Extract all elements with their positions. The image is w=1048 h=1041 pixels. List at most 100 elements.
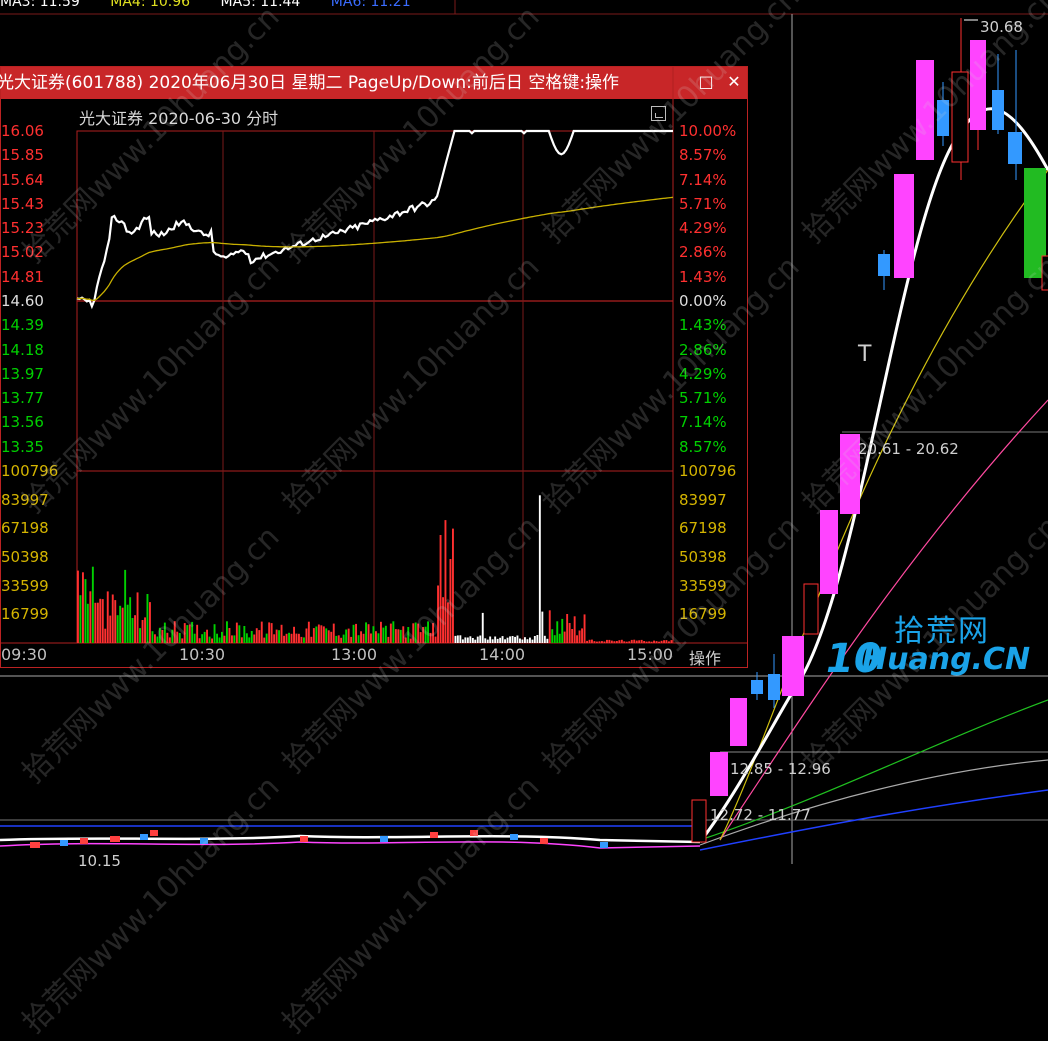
- volume-bar: [427, 621, 429, 643]
- volume-bar: [439, 535, 442, 643]
- volume-bar: [268, 622, 271, 643]
- volume-bar: [193, 633, 196, 643]
- volume-bar: [357, 635, 360, 643]
- volume-bar: [655, 641, 658, 643]
- volume-bar: [163, 622, 166, 643]
- volume-bar: [141, 620, 144, 643]
- volume-bar: [658, 641, 660, 643]
- volume-bar: [171, 629, 174, 643]
- volume-bar: [638, 640, 641, 643]
- ma5-label: MA5: 11.44: [220, 0, 301, 10]
- volume-bar: [186, 625, 189, 643]
- volume-bar: [362, 633, 365, 643]
- volume-bar: [412, 623, 415, 643]
- volume-bar: [576, 635, 578, 643]
- time-tick: 09:30: [1, 645, 48, 664]
- volume-bar: [144, 617, 146, 643]
- volume-bar: [464, 637, 467, 643]
- volume-bar: [223, 635, 226, 643]
- volume-bar: [106, 591, 109, 643]
- vol-tick-right: 100796: [679, 462, 737, 480]
- volume-bar: [648, 641, 651, 643]
- volume-bar: [635, 640, 638, 643]
- volume-bar: [166, 632, 169, 643]
- price-tick: 13.56: [1, 413, 44, 432]
- volume-bar: [509, 636, 511, 643]
- volume-bar: [449, 559, 452, 643]
- volume-bar: [546, 638, 549, 643]
- volume-bar: [663, 640, 665, 643]
- volume-bar: [491, 639, 494, 643]
- volume-bar: [101, 599, 104, 643]
- volume-bar: [608, 639, 611, 643]
- volume-bar: [610, 640, 613, 643]
- vol-tick-right: 16799: [679, 605, 727, 624]
- price-tick: 13.97: [1, 364, 44, 383]
- volume-bar: [283, 635, 285, 643]
- ma3-label: MA3: 11.59: [0, 0, 80, 10]
- volume-bar: [121, 607, 124, 643]
- vol-tick-right: 83997: [679, 490, 727, 509]
- volume-bar: [347, 628, 350, 643]
- volume-bar: [158, 627, 161, 643]
- volume-bar: [350, 636, 353, 643]
- volume-bar: [581, 628, 583, 643]
- volume-bar: [653, 640, 655, 643]
- volume-bar: [258, 630, 261, 643]
- volume-bar: [345, 629, 348, 643]
- volume-bar: [360, 631, 362, 643]
- volume-bar: [392, 621, 395, 643]
- chart-frame: [76, 130, 674, 644]
- volume-bar: [307, 621, 310, 643]
- volume-bar: [409, 638, 412, 643]
- volume-bar: [235, 622, 238, 643]
- volume-bar: [442, 597, 444, 643]
- volume-bar: [213, 624, 216, 643]
- volume-bar: [633, 639, 636, 643]
- volume-bar: [104, 628, 107, 643]
- volume-bar: [129, 597, 132, 643]
- price-tick: 15.02: [1, 243, 44, 262]
- volume-bar: [126, 604, 129, 643]
- volume-bar: [288, 632, 290, 643]
- ma4-label: MA4: 10.96: [110, 0, 191, 10]
- volume-bar: [499, 637, 502, 643]
- volume-bar: [320, 625, 323, 643]
- volume-bar: [96, 602, 99, 643]
- volume-bar: [183, 623, 186, 643]
- volume-bar: [86, 603, 89, 643]
- volume-bar: [601, 641, 603, 643]
- volume-bar: [84, 579, 87, 643]
- volume-bar: [471, 638, 474, 643]
- volume-bar: [516, 635, 519, 643]
- volume-bar: [538, 495, 541, 643]
- operate-button[interactable]: 操作: [689, 645, 721, 669]
- volume-bar: [444, 520, 447, 643]
- volume-bar: [593, 641, 596, 643]
- pct-tick: 1.43%: [679, 316, 727, 335]
- volume-bar: [293, 626, 295, 643]
- volume-bar: [330, 631, 333, 643]
- volume-bar: [670, 640, 673, 643]
- volume-bar: [91, 566, 94, 643]
- volume-bar: [615, 641, 618, 643]
- volume-bar: [469, 636, 472, 643]
- volume-bar: [327, 630, 330, 643]
- volume-bar: [526, 639, 529, 643]
- ma-legend: MA3: 11.59 MA4: 10.96 MA5: 11.44 MA6: 11…: [0, 0, 437, 10]
- volume-bar: [479, 635, 482, 643]
- volume-bar: [494, 636, 497, 643]
- volume-bar: [203, 631, 206, 643]
- volume-bar: [134, 615, 136, 643]
- volume-bar: [536, 635, 539, 643]
- volume-bar: [248, 637, 251, 643]
- volume-bar: [643, 641, 646, 643]
- volume-bar: [424, 626, 427, 643]
- volume-bar: [263, 637, 266, 643]
- volume-bar: [178, 633, 181, 643]
- volume-bar: [459, 635, 462, 643]
- volume-bar: [275, 629, 278, 643]
- intraday-popup[interactable]: 光大证券(601788) 2020年06月30日 星期二 PageUp/Down…: [0, 66, 748, 668]
- volume-bar: [452, 528, 454, 643]
- volume-bar: [504, 639, 506, 643]
